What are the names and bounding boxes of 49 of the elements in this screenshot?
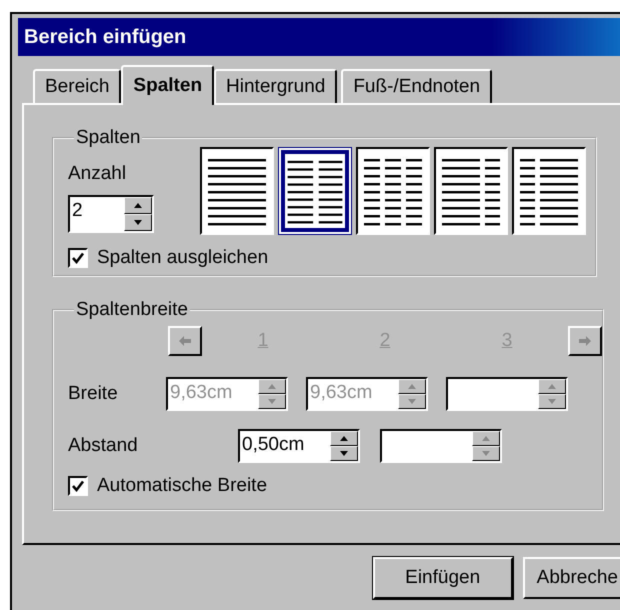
up-triangle-icon	[408, 384, 416, 389]
up-triangle-icon	[340, 436, 348, 441]
down-triangle-icon	[548, 399, 556, 404]
down-triangle-icon	[134, 220, 142, 225]
checkbox[interactable]	[68, 476, 88, 496]
count-label: Anzahl	[68, 163, 128, 185]
column-layout-option[interactable]	[512, 147, 586, 235]
down-triangle-icon	[268, 399, 276, 404]
checkbox[interactable]	[68, 248, 88, 268]
up-triangle-icon	[268, 384, 276, 389]
column-layout-option[interactable]	[434, 147, 508, 235]
check-mark-icon	[71, 251, 85, 265]
tab[interactable]: Hintergrund	[214, 69, 338, 103]
width-label: Breite	[68, 383, 119, 405]
count-value: 2	[71, 199, 84, 223]
dialog-button[interactable]: Abbreche	[522, 557, 620, 599]
spin-up-button[interactable]	[124, 197, 152, 214]
column-layout-option[interactable]	[200, 147, 274, 235]
group-title: Spalten	[75, 127, 142, 149]
column-layout-option[interactable]	[356, 147, 430, 235]
width-value: 9,63cm	[169, 381, 234, 405]
previous-column-button[interactable]	[168, 326, 202, 356]
column-layout-option[interactable]	[278, 147, 352, 235]
tab[interactable]: Spalten	[121, 65, 214, 105]
window-title: Bereich einfügen	[24, 26, 186, 48]
down-triangle-icon	[408, 399, 416, 404]
next-column-button[interactable]	[568, 326, 602, 356]
spin-up-button[interactable]	[330, 431, 358, 446]
right-arrow-icon	[578, 335, 592, 347]
spin-down-button[interactable]	[124, 214, 152, 231]
up-triangle-icon	[548, 384, 556, 389]
left-arrow-icon	[178, 335, 192, 347]
spacing-label: Abstand	[68, 435, 139, 457]
checkbox-label: Spalten ausgleichen	[97, 247, 268, 269]
down-triangle-icon	[482, 451, 490, 456]
up-triangle-icon	[482, 436, 490, 441]
width-value: 9,63cm	[309, 381, 374, 405]
group-title: Spaltenbreite	[75, 299, 189, 321]
spin-down-button[interactable]	[330, 446, 358, 461]
down-triangle-icon	[340, 451, 348, 456]
dialog-button[interactable]: Einfügen	[372, 557, 513, 599]
up-triangle-icon	[134, 203, 142, 208]
spacing-spinner[interactable]: 0,50cm	[238, 429, 360, 463]
check-mark-icon	[71, 479, 85, 493]
tab[interactable]: Fuß-/Endnoten	[341, 69, 492, 103]
checkbox-label: Automatische Breite	[97, 475, 268, 497]
spacing-value: 0,50cm	[241, 433, 306, 457]
count-spinner[interactable]: 2	[68, 195, 154, 233]
tab[interactable]: Bereich	[33, 69, 122, 103]
